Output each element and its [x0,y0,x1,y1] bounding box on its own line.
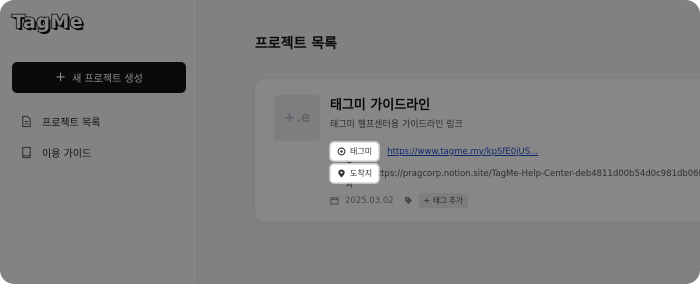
plus-icon: + [55,70,67,85]
tagme-badge-highlight: 태그미 [330,142,380,161]
sidebar: TagMe + 새 프로젝트 생성 프로젝트 목록 이용 가이드 [0,0,198,284]
page-title: 프로젝트 목록 [255,36,338,52]
new-project-button[interactable]: + 새 프로젝트 생성 [12,62,186,93]
location-pin-icon [338,169,345,178]
book-icon [22,146,31,159]
sidebar-item-guide[interactable]: 이용 가이드 [20,145,91,160]
app-window: TagMe + 새 프로젝트 생성 프로젝트 목록 이용 가이드 프로젝트 목록… [0,0,700,284]
project-description: 태그미 헬프센터용 가이드라인 링크 [330,120,463,130]
sidebar-item-project-list[interactable]: 프로젝트 목록 [20,114,100,129]
app-logo: TagMe [11,10,84,34]
link-row-destination: 도착지 https://pragcorp.notion.site/TagMe-H… [330,158,700,189]
created-date: 2025.03.02 [345,195,394,206]
document-icon [22,115,31,128]
destination-badge-highlight: 도착지 [330,164,380,183]
destination-link[interactable]: https://pragcorp.notion.site/TagMe-Help-… [372,169,700,179]
project-title[interactable]: 태그미 가이드라인 [330,94,430,113]
short-link[interactable]: https://www.tagme.my/kpSfE0jUS... [387,147,538,157]
tag-icon [404,196,412,205]
sidebar-item-label: 프로젝트 목록 [42,118,101,129]
calendar-icon [330,196,339,205]
project-card[interactable]: +.e 태그미 가이드라인 태그미 헬프센터용 가이드라인 링크 태그미 htt… [255,79,700,222]
new-project-label: 새 프로젝트 생성 [72,74,143,85]
project-thumbnail: +.e [274,95,320,141]
card-meta: 2025.03.02 + 태그 추가 [330,193,468,208]
at-icon [337,147,346,156]
add-tag-button[interactable]: + 태그 추가 [418,193,468,208]
sidebar-item-label: 이용 가이드 [42,149,92,160]
plus-icon: + [423,196,430,205]
